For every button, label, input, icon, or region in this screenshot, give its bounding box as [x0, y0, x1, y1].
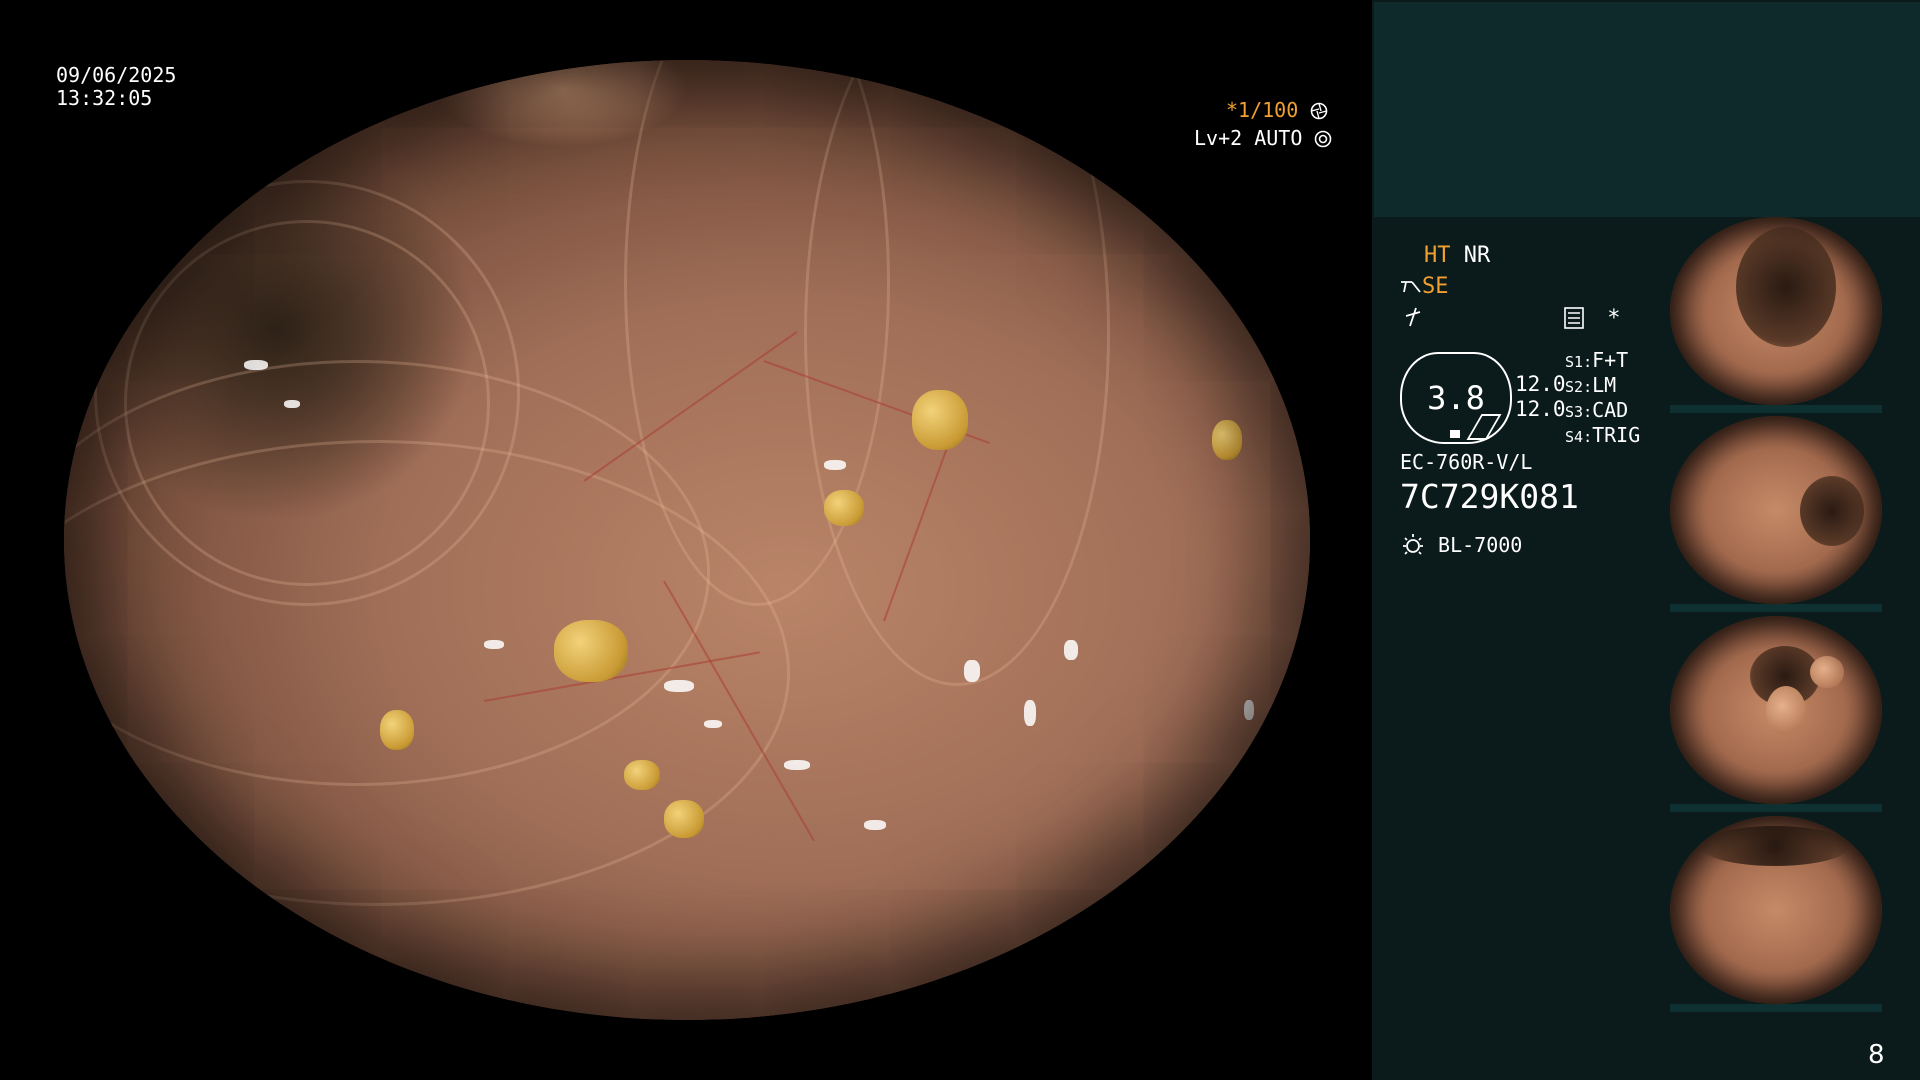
- thumbnail-4-bar: [1670, 1004, 1882, 1012]
- se-label: SE: [1422, 274, 1449, 299]
- mode-label: AUTO: [1254, 126, 1303, 150]
- switch-sep: :: [1583, 378, 1593, 396]
- thumbnail-1-bar: [1670, 405, 1882, 413]
- switch-sep: :: [1583, 428, 1593, 446]
- date-label: 09/06/2025: [56, 63, 177, 87]
- frame-mask-bottom: [0, 1020, 1372, 1080]
- exposure-display: Lv+2 AUTO: [1194, 127, 1332, 150]
- switch-value: TRIG: [1592, 423, 1641, 447]
- light-source-row: BL-7000: [1400, 532, 1522, 558]
- zoom-value: 3.8: [1427, 379, 1485, 417]
- switch-row: S4:TRIG: [1565, 423, 1640, 448]
- aperture-icon: [1310, 102, 1328, 120]
- switch-row: S2:LM: [1565, 373, 1640, 398]
- settings-symbol: *: [1607, 306, 1621, 331]
- settings-list-icon: [1564, 307, 1584, 329]
- thumbnail-serial: 7C729K081: [1674, 387, 1712, 395]
- settings-row: *: [1564, 306, 1621, 331]
- switch-row: S1:F+T: [1565, 348, 1640, 373]
- time-label: 13:32:05: [56, 86, 153, 110]
- switch-value: F+T: [1592, 348, 1629, 372]
- level-label: Lv+2: [1194, 126, 1243, 150]
- shutter-display: *1/100: [1226, 99, 1328, 122]
- switch-key: S1: [1565, 353, 1584, 371]
- switch-sep: :: [1583, 403, 1593, 421]
- page-number: 8: [1868, 1040, 1885, 1070]
- enhancement-row: HT NR: [1424, 243, 1490, 268]
- light-source-label: BL-7000: [1438, 533, 1523, 557]
- scope-model: EC-760R-V/L: [1400, 450, 1533, 474]
- switch-key: S2: [1565, 378, 1584, 396]
- switch-key: S3: [1565, 403, 1584, 421]
- iris-icon: [1315, 130, 1332, 148]
- zoom-indicator: 3.8: [1400, 352, 1512, 444]
- thumbnail-serial: 7C729K081: [1674, 986, 1712, 994]
- thumbnail-1[interactable]: 7C729K081: [1670, 217, 1882, 405]
- nr-label: NR: [1463, 243, 1491, 268]
- se-row: SE: [1400, 274, 1449, 299]
- switch-key: S4: [1565, 428, 1584, 446]
- shutter-label: *1/100: [1226, 98, 1299, 122]
- switch-list: S1:F+T S2:LM S3:CAD S4:TRIG: [1565, 348, 1640, 448]
- light-source-icon: [1403, 534, 1423, 555]
- ht-label: HT: [1424, 243, 1451, 268]
- thumbnail-2[interactable]: 7C729K081: [1670, 416, 1882, 604]
- switch-sep: :: [1583, 353, 1593, 371]
- switch-row: S3:CAD: [1565, 398, 1640, 423]
- color-row: [1402, 306, 1424, 334]
- thumbnail-4[interactable]: 7C729K081: [1670, 816, 1882, 1004]
- frame-mask-top: [0, 0, 1372, 60]
- thumbnail-3[interactable]: 7C729K081: [1670, 616, 1882, 804]
- side-panel-header: [1374, 2, 1920, 217]
- value-a: 12.0: [1515, 372, 1566, 396]
- endoscopic-image: [64, 60, 1310, 1020]
- zoom-marker: [1450, 430, 1460, 438]
- thumbnail-3-bar: [1670, 804, 1882, 812]
- value-b: 12.0: [1515, 397, 1566, 421]
- structure-icon: [1401, 281, 1421, 293]
- endoscopy-viewport: 09/06/2025 13:32:05 *1/100 Lv+2 AUTO: [0, 0, 1372, 1080]
- thumbnail-serial: 7C729K081: [1674, 586, 1712, 594]
- thumbnail-serial: 7C729K081: [1674, 786, 1712, 794]
- scope-serial: 7C729K081: [1400, 477, 1579, 516]
- switch-value: LM: [1592, 373, 1617, 397]
- color-tone-icon: [1405, 307, 1421, 327]
- switch-value: CAD: [1592, 398, 1629, 422]
- thumbnail-2-bar: [1670, 604, 1882, 612]
